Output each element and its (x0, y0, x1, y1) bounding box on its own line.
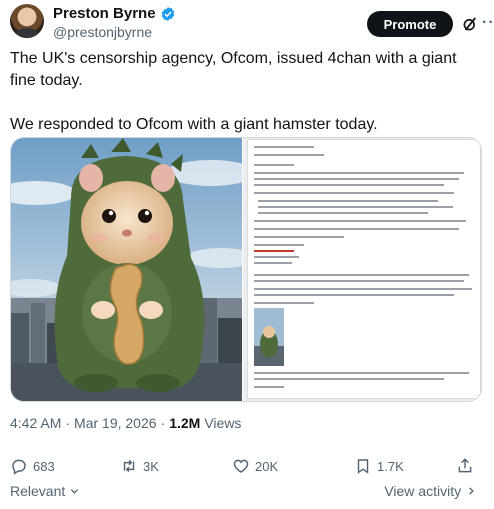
tweet-date[interactable]: Mar 19, 2026 (74, 415, 157, 431)
tweet-paragraph: We responded to Ofcom with a giant hamst… (10, 116, 378, 133)
author-name-row: Preston Byrne (53, 5, 176, 22)
view-activity-link[interactable]: View activity (384, 483, 476, 499)
bookmark-button[interactable]: 1.7K (354, 457, 404, 475)
promote-button[interactable]: Promote (367, 11, 453, 37)
share-icon (458, 458, 472, 473)
tweet-media[interactable] (10, 137, 482, 402)
more-options-icon[interactable]: ··· (482, 14, 494, 32)
tweet-header: Preston Byrne @prestonjbyrne Promote ··· (10, 4, 494, 40)
tweet-meta: 4:42 AM · Mar 19, 2026 · 1.2M Views (10, 415, 241, 431)
author-avatar[interactable] (10, 4, 44, 38)
like-count: 20K (255, 458, 279, 474)
repost-count: 3K (143, 458, 159, 474)
tweet-paragraph: The UK's censorship agency, Ofcom, issue… (10, 50, 457, 89)
repost-icon (123, 459, 135, 473)
reply-button[interactable]: 683 (10, 457, 55, 475)
tweet-time[interactable]: 4:42 AM (10, 415, 61, 431)
repost-button[interactable]: 3K (120, 457, 159, 475)
heart-icon (233, 459, 249, 473)
meta-separator: · (160, 415, 166, 431)
author-handle[interactable]: @prestonjbyrne (53, 24, 152, 40)
views-count: 1.2M (169, 415, 201, 431)
share-button[interactable] (456, 457, 474, 475)
reply-icon (12, 459, 26, 475)
views-label: Views (204, 415, 242, 431)
like-button[interactable]: 20K (232, 457, 278, 475)
meta-separator: · (65, 415, 71, 431)
reply-sort-dropdown[interactable]: Relevant (10, 483, 79, 499)
letter-document (248, 140, 480, 398)
chevron-down-icon (71, 489, 79, 494)
author-name[interactable]: Preston Byrne (53, 5, 156, 22)
reply-sort-label: Relevant (10, 483, 66, 499)
chevron-right-icon (469, 487, 474, 495)
verified-badge-icon (161, 6, 174, 21)
reply-count: 683 (33, 458, 55, 474)
view-activity-label: View activity (384, 483, 462, 499)
tweet-actions: 683 3K 20K 1.7K (10, 457, 476, 477)
tweet-footer: Relevant View activity (10, 483, 476, 501)
letter-screenshot-image[interactable] (243, 138, 481, 401)
grok-icon[interactable] (461, 15, 479, 33)
bookmark-count: 1.7K (377, 458, 404, 474)
bookmark-icon (357, 459, 369, 474)
letter-hamster-thumbnail (254, 308, 284, 366)
hamster-kaiju-image[interactable] (11, 138, 242, 402)
